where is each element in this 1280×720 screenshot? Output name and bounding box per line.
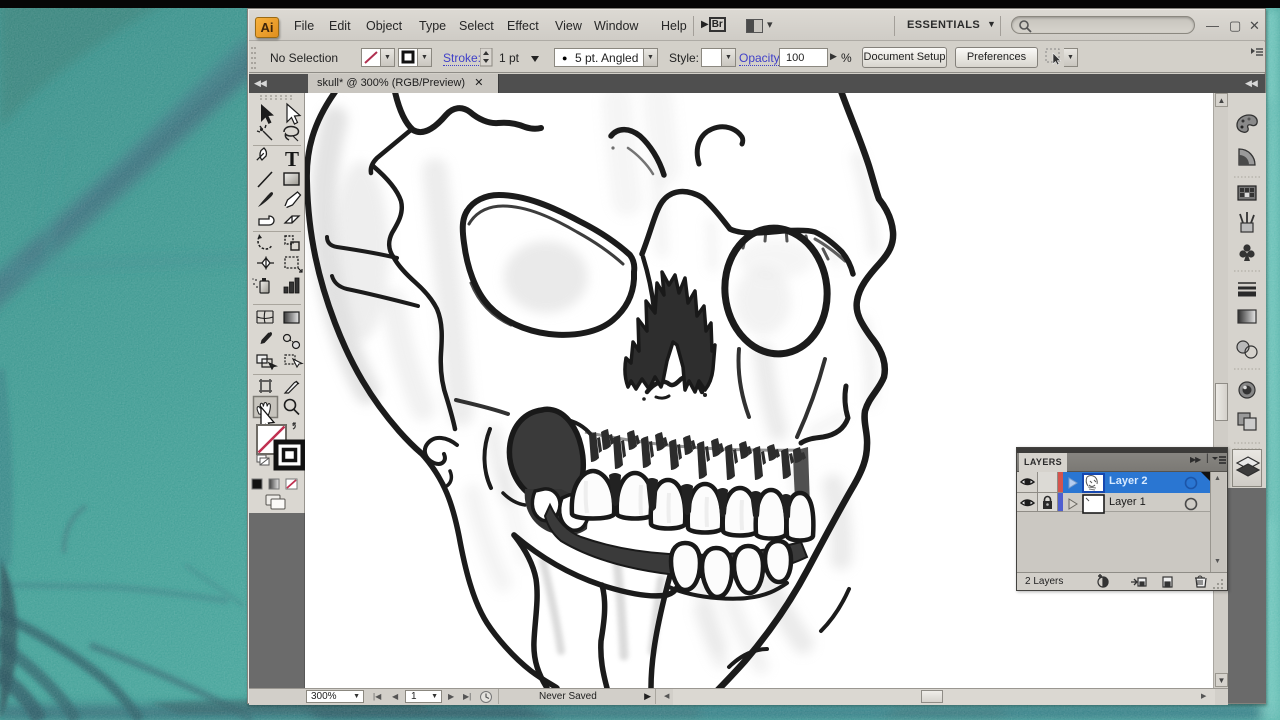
svg-text:T: T — [285, 147, 299, 171]
